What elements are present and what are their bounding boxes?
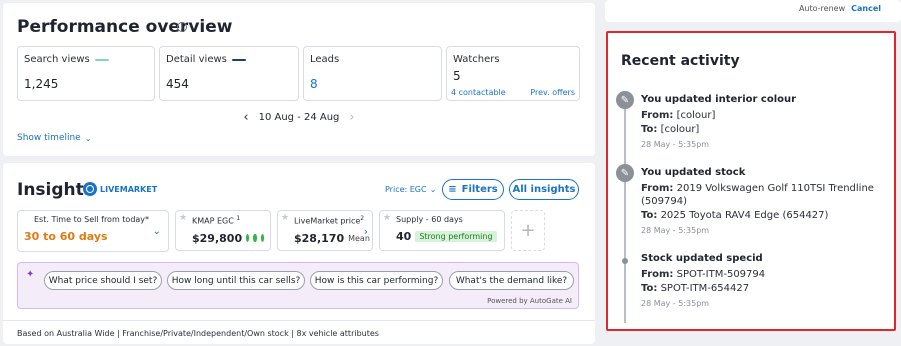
time-to-sell-tile[interactable]: Est. Time to Sell from today* 30 to 60 d… bbox=[17, 210, 169, 252]
activity-time: 28 May - 5:35pm bbox=[641, 140, 710, 149]
star-icon[interactable]: ★ bbox=[383, 213, 391, 223]
activity-to: [colour] bbox=[660, 124, 700, 135]
kmap-egc-tile[interactable]: ★ KMAP EGC 1 $29,800 bbox=[175, 210, 271, 251]
activity-title: You updated interior colour bbox=[641, 94, 797, 105]
metric-label: Search views bbox=[24, 54, 90, 65]
chevron-down-icon: ⌄ bbox=[84, 133, 92, 143]
performance-overview-card: Performance overview i Search views 1,24… bbox=[3, 3, 595, 156]
livemarket-logo: LIVEMARKET bbox=[83, 182, 157, 196]
listing-status-strip: Auto-renew Cancel bbox=[605, 0, 901, 22]
globe-icon bbox=[83, 182, 97, 196]
rating-dot bbox=[260, 234, 264, 243]
sparkle-icon: ✦ bbox=[26, 269, 35, 280]
rating-dot bbox=[246, 234, 250, 243]
activity-from: [colour] bbox=[676, 110, 716, 121]
powered-by-label: Powered by AutoGate AI bbox=[487, 297, 572, 305]
activity-item: You updated interior colour From: [colou… bbox=[641, 94, 881, 149]
recent-activity-panel: Recent activity ✎ You updated interior c… bbox=[606, 31, 896, 331]
activity-item: Stock updated specid From: SPOT-ITM-5097… bbox=[641, 253, 881, 308]
star-icon[interactable]: ★ bbox=[281, 213, 289, 223]
date-range-navigator: ‹ 10 Aug - 24 Aug › bbox=[3, 111, 595, 124]
recent-activity-title: Recent activity bbox=[621, 53, 740, 69]
date-range-label: 10 Aug - 24 Aug bbox=[258, 112, 340, 123]
leads-value-link[interactable]: 8 bbox=[310, 77, 435, 91]
kmap-value: $29,800 bbox=[192, 231, 243, 245]
metric-value: 5 bbox=[453, 69, 461, 83]
metric-watchers: Watchers 5 4 contactable Prev. offers bbox=[446, 46, 580, 101]
activity-from: SPOT-ITM-509794 bbox=[676, 269, 766, 280]
performance-title: Performance overview bbox=[17, 17, 233, 37]
tile-label: LiveMarket price bbox=[294, 216, 361, 226]
insights-card: Insights LIVEMARKET Price: EGC ⌄ ≡ Filte… bbox=[3, 163, 595, 344]
activity-time: 28 May - 5:35pm bbox=[641, 299, 710, 308]
pencil-icon: ✎ bbox=[616, 91, 634, 109]
livemarket-price-tile[interactable]: ★ LiveMarket price2 $28,170 Mean › bbox=[277, 210, 373, 251]
legend-swatch bbox=[94, 58, 109, 61]
filters-button[interactable]: ≡ Filters bbox=[442, 179, 504, 200]
insights-footnote: Based on Australia Wide | Franchise/Priv… bbox=[17, 329, 379, 338]
metric-search-views[interactable]: Search views 1,245 bbox=[17, 46, 155, 101]
auto-renew-label: Auto-renew bbox=[798, 4, 846, 13]
activity-title: Stock updated specid bbox=[641, 253, 763, 264]
supply-value: 40 bbox=[396, 230, 412, 243]
livemarket-value: $28,170 bbox=[294, 231, 345, 245]
star-icon[interactable]: ★ bbox=[179, 213, 187, 223]
metric-label: Watchers bbox=[453, 54, 500, 65]
time-to-sell-value: 30 to 60 days bbox=[24, 230, 108, 243]
ai-question-chip[interactable]: What's the demand like? bbox=[449, 271, 574, 290]
ai-question-chip[interactable]: How is this car performing? bbox=[310, 271, 443, 290]
metric-detail-views[interactable]: Detail views 454 bbox=[159, 46, 299, 101]
prev-offers-link[interactable]: Prev. offers bbox=[530, 88, 575, 97]
metric-label: Detail views bbox=[166, 54, 227, 65]
metric-value: 1,245 bbox=[24, 77, 59, 91]
ai-suggestions-panel: ✦ What price should I set? How long unti… bbox=[17, 262, 579, 309]
status-badge: Strong performing bbox=[415, 231, 497, 242]
activity-to: 2025 Toyota RAV4 Edge (654427) bbox=[660, 210, 829, 221]
activity-time: 28 May - 5:35pm bbox=[641, 226, 710, 235]
activity-item: You updated stock From: 2019 Volkswagen … bbox=[641, 167, 881, 235]
show-timeline-label: Show timeline bbox=[17, 133, 81, 143]
metric-leads[interactable]: Leads 8 bbox=[303, 46, 442, 101]
pencil-icon: ✎ bbox=[616, 164, 634, 182]
ai-question-chip[interactable]: How long until this car sells? bbox=[167, 271, 305, 290]
tile-label: Supply - 60 days bbox=[396, 215, 463, 224]
tile-label: KMAP EGC bbox=[192, 216, 234, 226]
plus-icon: + bbox=[520, 220, 536, 241]
chevron-right-icon: › bbox=[349, 110, 355, 125]
activity-title: You updated stock bbox=[641, 167, 746, 178]
chevron-left-icon[interactable]: ‹ bbox=[243, 111, 248, 124]
all-insights-button[interactable]: All insights bbox=[509, 179, 579, 200]
chevron-right-icon[interactable]: › bbox=[364, 225, 368, 238]
chevron-down-icon: ⌄ bbox=[429, 185, 437, 194]
activity-to: SPOT-ITM-654427 bbox=[660, 283, 750, 294]
rating-dot bbox=[253, 234, 257, 243]
divider bbox=[3, 320, 595, 321]
tile-label: Est. Time to Sell from today* bbox=[34, 215, 150, 224]
timeline-dot bbox=[622, 258, 628, 264]
metric-label: Leads bbox=[310, 54, 340, 65]
chevron-down-icon: ⌄ bbox=[152, 226, 161, 237]
cancel-link[interactable]: Cancel bbox=[851, 4, 881, 13]
info-circle-icon[interactable]: i bbox=[177, 22, 187, 32]
timeline-line bbox=[624, 101, 626, 323]
ai-question-chip[interactable]: What price should I set? bbox=[44, 271, 162, 290]
add-insight-button[interactable]: + bbox=[511, 210, 545, 251]
sliders-icon: ≡ bbox=[448, 184, 457, 195]
legend-swatch bbox=[231, 58, 246, 61]
supply-tile[interactable]: ★ Supply - 60 days 40 Strong performing bbox=[379, 210, 505, 251]
show-timeline-link[interactable]: Show timeline ⌄ bbox=[17, 133, 91, 143]
contactable-link[interactable]: 4 contactable bbox=[451, 88, 506, 97]
price-selector[interactable]: Price: EGC ⌄ bbox=[385, 185, 436, 194]
metric-value: 454 bbox=[166, 77, 189, 91]
activity-from: 2019 Volkswagen Golf 110TSI Trendline (5… bbox=[641, 183, 874, 207]
